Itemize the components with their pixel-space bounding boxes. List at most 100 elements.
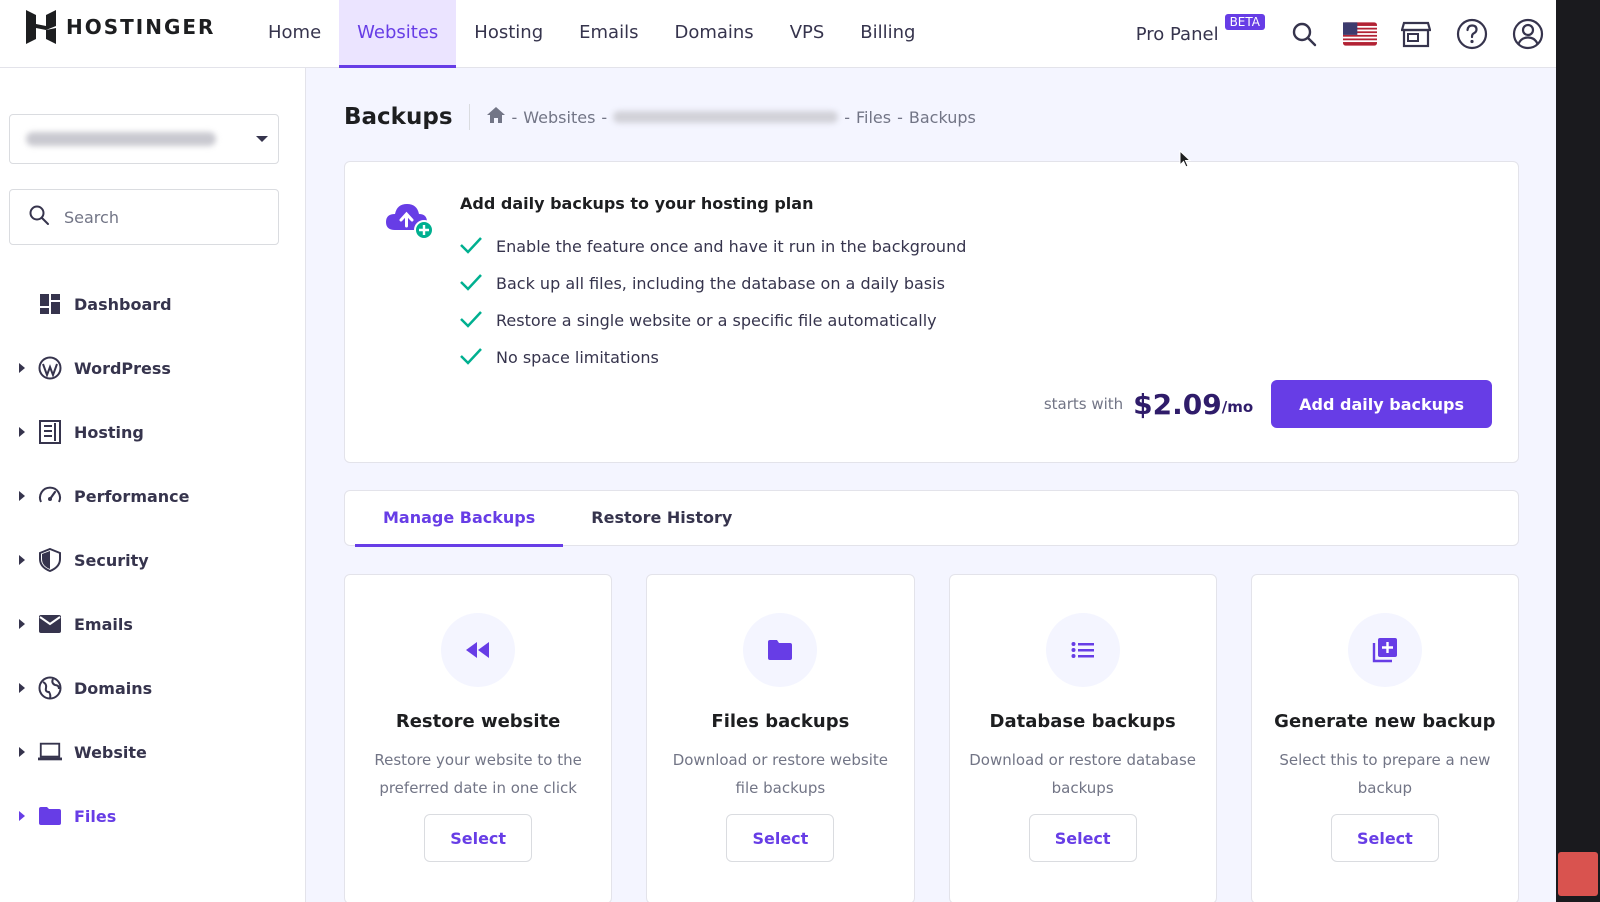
restore-website-card: Restore website Restore your website to …: [344, 574, 613, 902]
nav-domains[interactable]: Domains: [656, 0, 771, 68]
chevron-right-icon: [19, 363, 25, 373]
folder-icon: [743, 613, 818, 687]
restore-website-select-button[interactable]: Select: [424, 814, 533, 862]
sidebar-item-security[interactable]: Security: [0, 528, 305, 592]
nav-home[interactable]: Home: [250, 0, 339, 68]
chevron-right-icon: [19, 555, 25, 565]
chevron-right-icon: [19, 619, 25, 629]
sidebar-item-label: Files: [74, 806, 117, 826]
sidebar-item-label: Emails: [74, 614, 133, 634]
files-backups-select-button[interactable]: Select: [726, 814, 835, 862]
hostinger-logo-icon: [26, 10, 56, 44]
subscribe-badge-icon: [1558, 852, 1598, 896]
sidebar-item-label: Dashboard: [74, 294, 172, 314]
price-period: /mo: [1221, 398, 1254, 416]
card-title: Files backups: [711, 711, 850, 732]
add-daily-backups-button[interactable]: Add daily backups: [1271, 380, 1492, 428]
header-actions: Pro Panel BETA: [1136, 0, 1545, 68]
nav-websites[interactable]: Websites: [339, 0, 457, 68]
files-backups-card: Files backups Download or restore websit…: [646, 574, 915, 902]
breadcrumb-domain-redacted[interactable]: [613, 111, 839, 123]
promo-feature: Back up all files, including the databas…: [460, 265, 966, 302]
promo-feature-text: No space limitations: [496, 348, 659, 367]
nav-billing[interactable]: Billing: [842, 0, 933, 68]
window-edge: [1556, 0, 1600, 902]
nav-vps[interactable]: VPS: [772, 0, 843, 68]
nav-emails[interactable]: Emails: [561, 0, 656, 68]
price-amount: $2.09: [1133, 387, 1222, 421]
page-title: Backups: [344, 104, 470, 130]
card-description: Download or restore website file backups: [672, 751, 889, 797]
sidebar-item-dashboard[interactable]: Dashboard: [0, 272, 305, 336]
chevron-right-icon: [19, 811, 25, 821]
promo-feature-text: Restore a single website or a specific f…: [496, 311, 937, 330]
sidebar-menu: Dashboard WordPress Hosting Performance: [0, 272, 305, 848]
chevron-right-icon: [19, 683, 25, 693]
brand-name: HOSTINGER: [66, 15, 216, 39]
check-icon: [460, 347, 482, 369]
search-placeholder: Search: [64, 207, 119, 227]
card-description: Download or restore database backups: [969, 751, 1196, 797]
sidebar-item-performance[interactable]: Performance: [0, 464, 305, 528]
sidebar-item-website[interactable]: Website: [0, 720, 305, 784]
main-nav: Home Websites Hosting Emails Domains VPS…: [250, 0, 933, 68]
store-icon[interactable]: [1399, 17, 1433, 51]
us-flag-icon[interactable]: [1343, 17, 1377, 51]
top-navigation: HOSTINGER Home Websites Hosting Emails D…: [0, 0, 1600, 68]
sidebar-item-files[interactable]: Files: [0, 784, 305, 848]
backup-tabs: Manage Backups Restore History: [344, 490, 1519, 547]
promo-feature-list: Enable the feature once and have it run …: [460, 228, 966, 376]
promo-feature: Enable the feature once and have it run …: [460, 228, 966, 265]
breadcrumb-backups: Backups: [908, 107, 976, 127]
breadcrumb: - Websites - - Files - Backups: [486, 106, 976, 128]
sidebar-item-label: Hosting: [74, 422, 144, 442]
search-icon[interactable]: [1287, 17, 1321, 51]
tab-restore-history[interactable]: Restore History: [563, 491, 760, 547]
envelope-icon: [38, 612, 62, 636]
rewind-icon: [441, 613, 516, 687]
generate-backup-select-button[interactable]: Select: [1330, 814, 1439, 862]
pro-panel-label: Pro Panel: [1135, 23, 1219, 45]
speedometer-icon: [38, 484, 62, 508]
sidebar: Search Dashboard WordPress Hosting Perfo…: [0, 68, 306, 902]
breadcrumb-files[interactable]: Files: [856, 108, 891, 127]
check-icon: [460, 310, 482, 332]
home-icon[interactable]: [486, 106, 506, 128]
mouse-cursor-icon: [1179, 149, 1192, 172]
sidebar-item-emails[interactable]: Emails: [0, 592, 305, 656]
breadcrumb-websites[interactable]: Websites: [523, 108, 595, 127]
pro-panel-link[interactable]: Pro Panel BETA: [1135, 13, 1265, 45]
laptop-icon: [38, 740, 62, 764]
card-description: Restore your website to the preferred da…: [374, 751, 582, 797]
cloud-upload-icon: [385, 200, 435, 244]
promo-title: Add daily backups to your hosting plan: [460, 194, 814, 213]
sidebar-item-label: Performance: [74, 486, 190, 506]
hostinger-logo[interactable]: HOSTINGER: [26, 10, 215, 44]
help-icon[interactable]: [1455, 17, 1489, 51]
starts-with-label: starts with: [1043, 395, 1124, 413]
account-icon[interactable]: [1511, 17, 1545, 51]
sidebar-item-wordpress[interactable]: WordPress: [0, 336, 305, 400]
website-selector[interactable]: [9, 114, 279, 164]
sidebar-item-domains[interactable]: Domains: [0, 656, 305, 720]
promo-feature-text: Back up all files, including the databas…: [496, 274, 945, 293]
database-backups-select-button[interactable]: Select: [1028, 814, 1137, 862]
chevron-down-icon: [256, 136, 268, 142]
nav-hosting[interactable]: Hosting: [456, 0, 561, 68]
sidebar-item-hosting[interactable]: Hosting: [0, 400, 305, 464]
dashboard-icon: [38, 292, 62, 316]
sidebar-search-input[interactable]: Search: [9, 189, 279, 245]
sidebar-item-label: Security: [74, 550, 149, 570]
breadcrumb-separator: -: [897, 107, 903, 127]
tab-manage-backups[interactable]: Manage Backups: [355, 491, 564, 547]
sidebar-item-label: WordPress: [74, 358, 171, 378]
breadcrumb-separator: -: [844, 107, 850, 127]
sidebar-item-label: Website: [74, 742, 147, 762]
folder-icon: [38, 804, 62, 828]
shield-icon: [38, 548, 62, 572]
check-icon: [460, 273, 482, 295]
hosting-icon: [38, 420, 62, 444]
wordpress-icon: [38, 356, 62, 380]
chevron-right-icon: [19, 747, 25, 757]
card-title: Database backups: [989, 711, 1176, 732]
